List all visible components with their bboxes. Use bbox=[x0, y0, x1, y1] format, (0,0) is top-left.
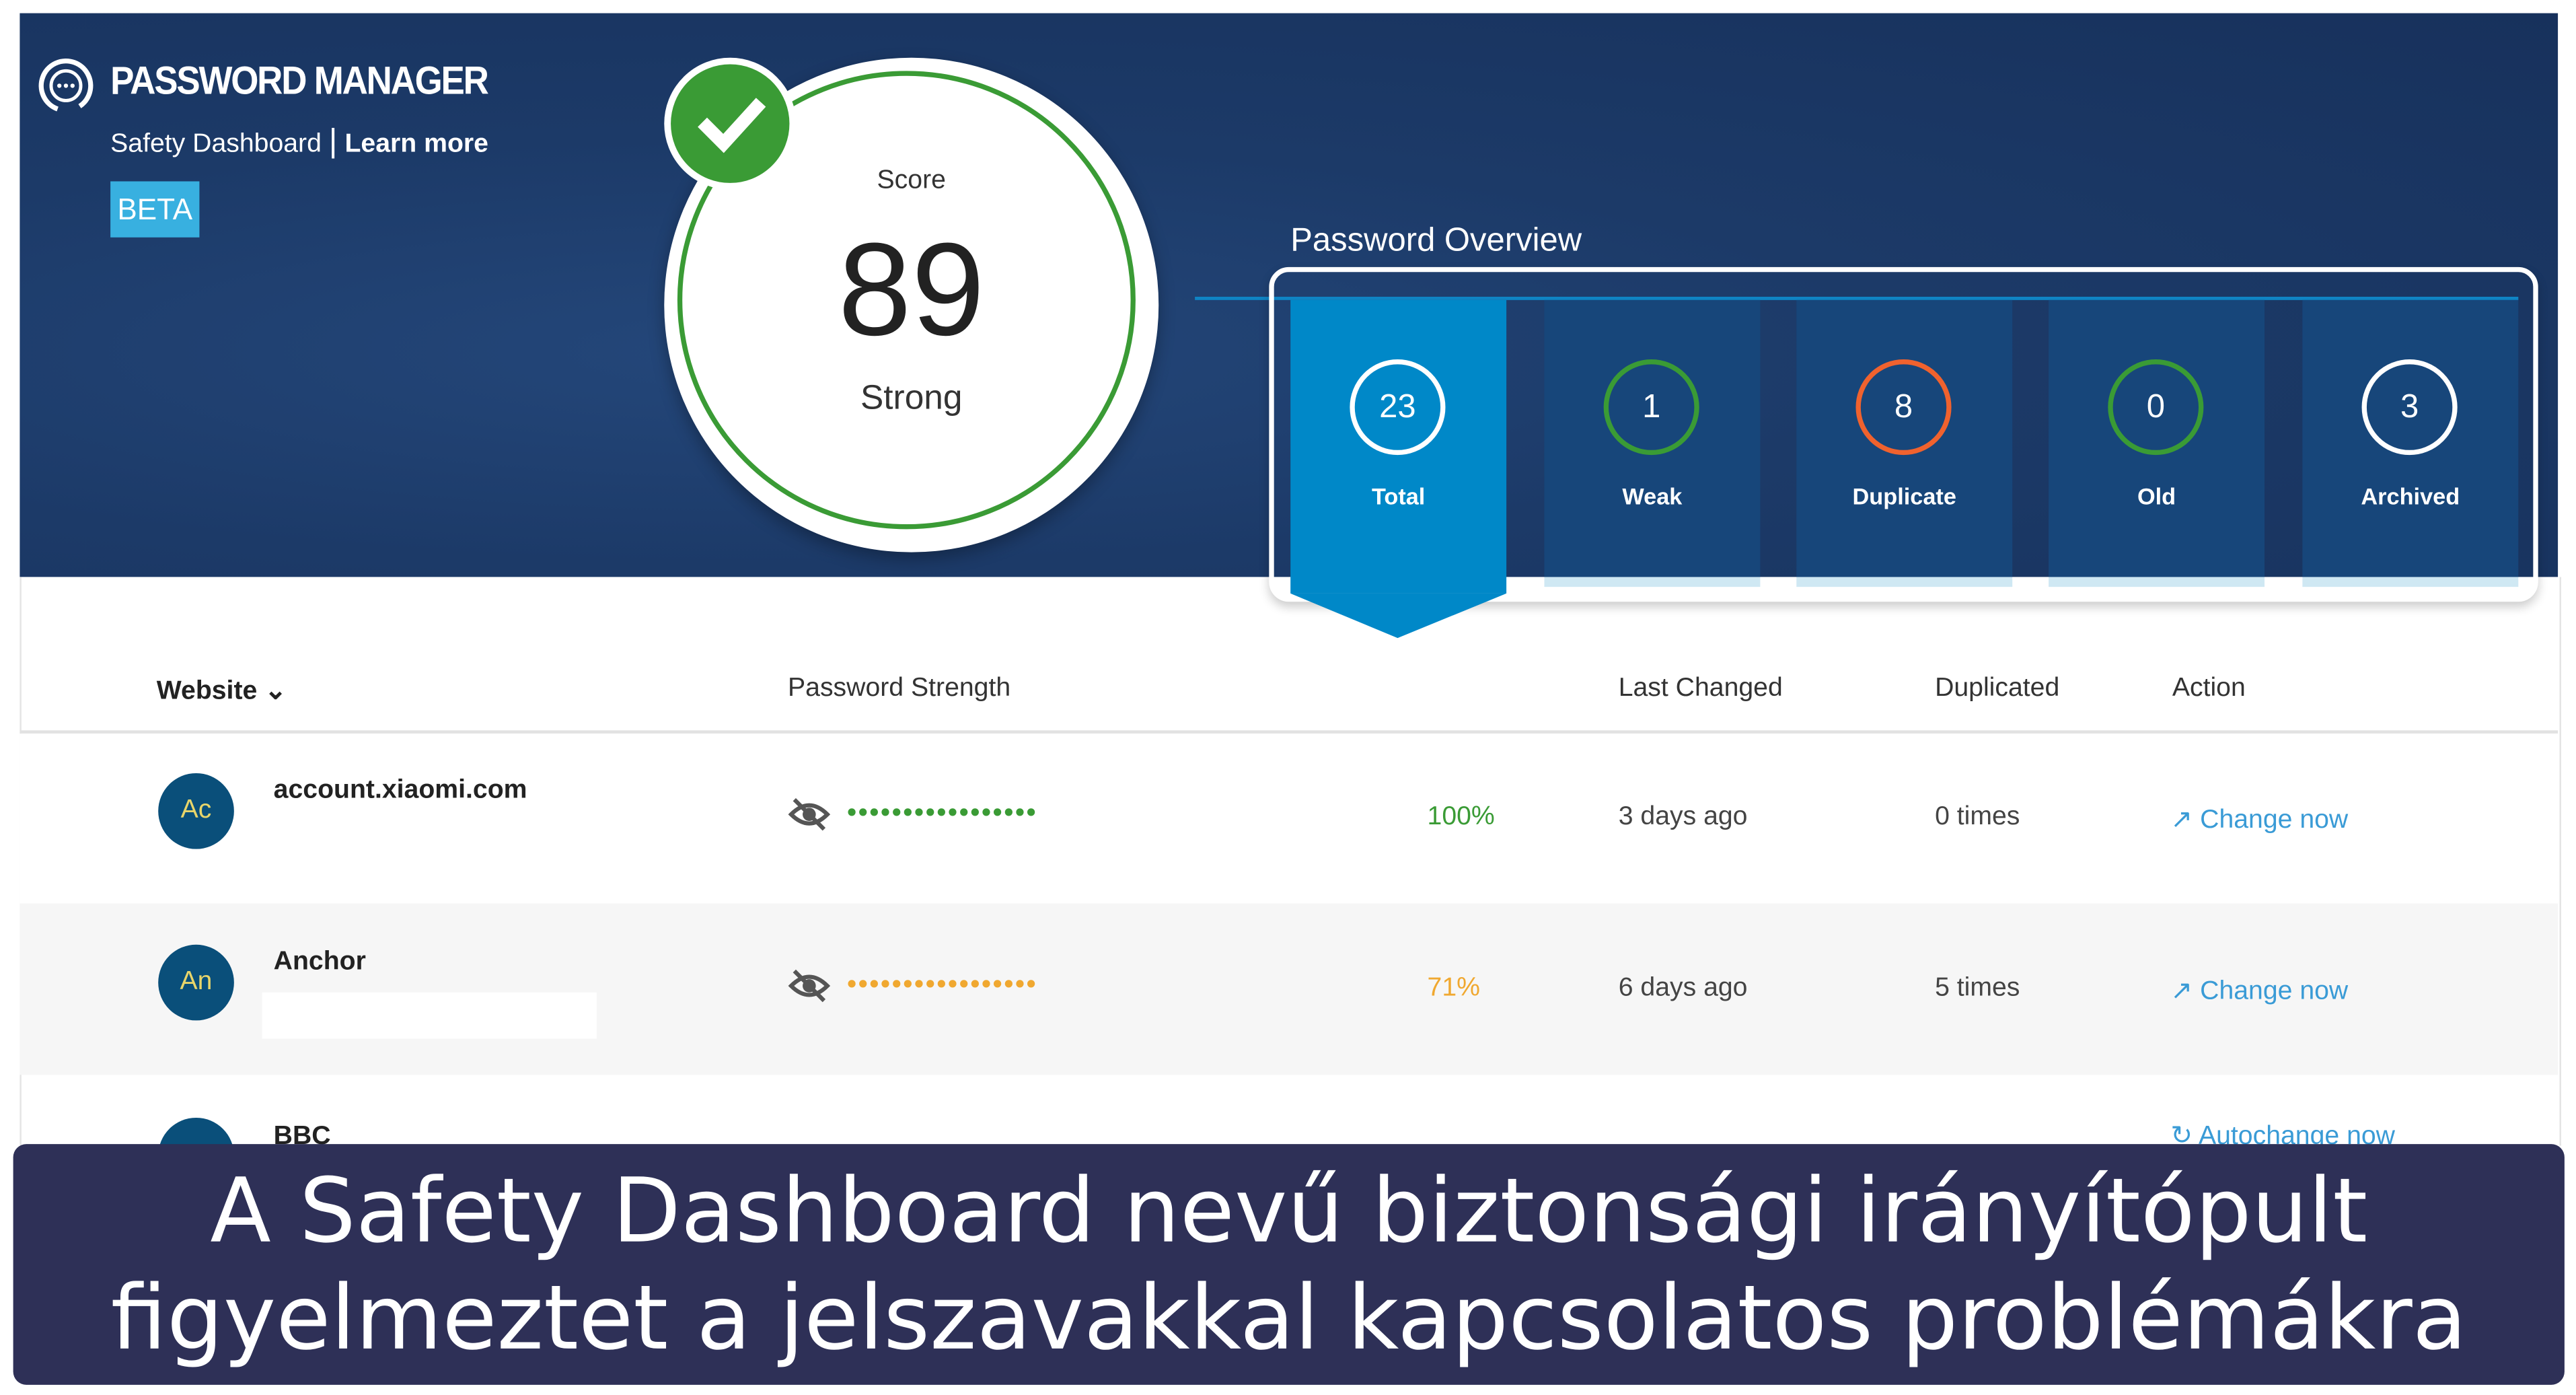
score-rating: Strong bbox=[860, 379, 963, 417]
tile-label: Duplicate bbox=[1852, 482, 1956, 509]
tile-underline bbox=[1796, 577, 2013, 587]
external-link-icon: ↗ bbox=[2170, 806, 2193, 834]
overview-tile-archived[interactable]: 3 Archived bbox=[2302, 299, 2519, 587]
score-label: Score bbox=[877, 166, 946, 195]
tile-count: 3 bbox=[2361, 359, 2458, 456]
tile-label: Total bbox=[1371, 482, 1426, 509]
site-name[interactable]: Anchor bbox=[274, 948, 366, 978]
eye-slash-icon[interactable] bbox=[788, 795, 831, 843]
column-action: Action bbox=[2172, 674, 2246, 703]
column-website[interactable]: Website ⌄ bbox=[157, 674, 287, 707]
overview-tile-duplicate[interactable]: 8 Duplicate bbox=[1796, 299, 2013, 587]
caption-line-1: A Safety Dashboard nevű biztonsági irány… bbox=[210, 1159, 2368, 1263]
subtitle-bar: Safety Dashboard | Learn more bbox=[110, 124, 488, 162]
site-name[interactable]: account.xiaomi.com bbox=[274, 777, 527, 806]
tile-underline bbox=[2049, 577, 2265, 587]
overview-tile-weak[interactable]: 1 Weak bbox=[1544, 299, 1761, 587]
tile-underline bbox=[2302, 577, 2519, 587]
overview-title: Password Overview bbox=[1290, 222, 1582, 259]
avatar: An bbox=[158, 944, 234, 1021]
tile-count: 0 bbox=[2108, 359, 2204, 456]
duplicated-count: 5 times bbox=[1935, 974, 2020, 1003]
tile-label: Archived bbox=[2361, 482, 2460, 509]
strength-meter: ••••••••••••••••• bbox=[847, 970, 1038, 999]
caption-banner: A Safety Dashboard nevű biztonsági irány… bbox=[13, 1144, 2565, 1385]
strength-percent: 100% bbox=[1427, 803, 1495, 831]
username-field-redacted bbox=[262, 992, 597, 1039]
column-strength: Password Strength bbox=[788, 674, 1011, 703]
change-now-link[interactable]: ↗ Change now bbox=[2170, 803, 2348, 836]
last-changed: 6 days ago bbox=[1618, 974, 1748, 1003]
change-now-link[interactable]: ↗ Change now bbox=[2170, 974, 2348, 1007]
strength-meter: ••••••••••••••••• bbox=[847, 799, 1038, 828]
app-title: PASSWORD MANAGER bbox=[110, 59, 489, 104]
subtitle: Safety Dashboard bbox=[110, 130, 322, 159]
tile-count: 1 bbox=[1603, 359, 1699, 456]
beta-badge: BETA bbox=[110, 181, 200, 238]
score-value: 89 bbox=[838, 215, 985, 363]
duplicated-count: 0 times bbox=[1935, 803, 2020, 831]
tile-count: 8 bbox=[1855, 359, 1952, 456]
last-changed: 3 days ago bbox=[1618, 803, 1748, 831]
learn-more-link[interactable]: Learn more bbox=[344, 131, 488, 159]
external-link-icon: ↗ bbox=[2170, 977, 2193, 1006]
avatar: Ac bbox=[158, 773, 234, 849]
overview-tile-total[interactable]: 23 Total bbox=[1290, 299, 1507, 594]
column-last-changed: Last Changed bbox=[1618, 674, 1783, 703]
overview-tile-old[interactable]: 0 Old bbox=[2049, 299, 2265, 587]
tile-underline bbox=[1544, 577, 1761, 587]
chevron-down-icon: ⌄ bbox=[264, 677, 287, 706]
column-website-label: Website bbox=[156, 677, 258, 706]
change-now-label: Change now bbox=[2200, 977, 2349, 1006]
tile-label: Weak bbox=[1622, 482, 1683, 509]
strength-percent: 71% bbox=[1427, 974, 1480, 1003]
tile-label: Old bbox=[2137, 482, 2176, 509]
active-tile-pointer bbox=[1290, 593, 1507, 639]
password-manager-logo-icon bbox=[36, 56, 96, 115]
separator: | bbox=[328, 123, 338, 160]
caption-line-2: figyelmeztet a jelszavakkal kapcsolatos … bbox=[110, 1266, 2467, 1370]
eye-slash-icon[interactable] bbox=[788, 966, 831, 1014]
change-now-label: Change now bbox=[2200, 806, 2349, 834]
column-duplicated: Duplicated bbox=[1935, 674, 2060, 703]
tile-count: 23 bbox=[1350, 359, 1446, 456]
